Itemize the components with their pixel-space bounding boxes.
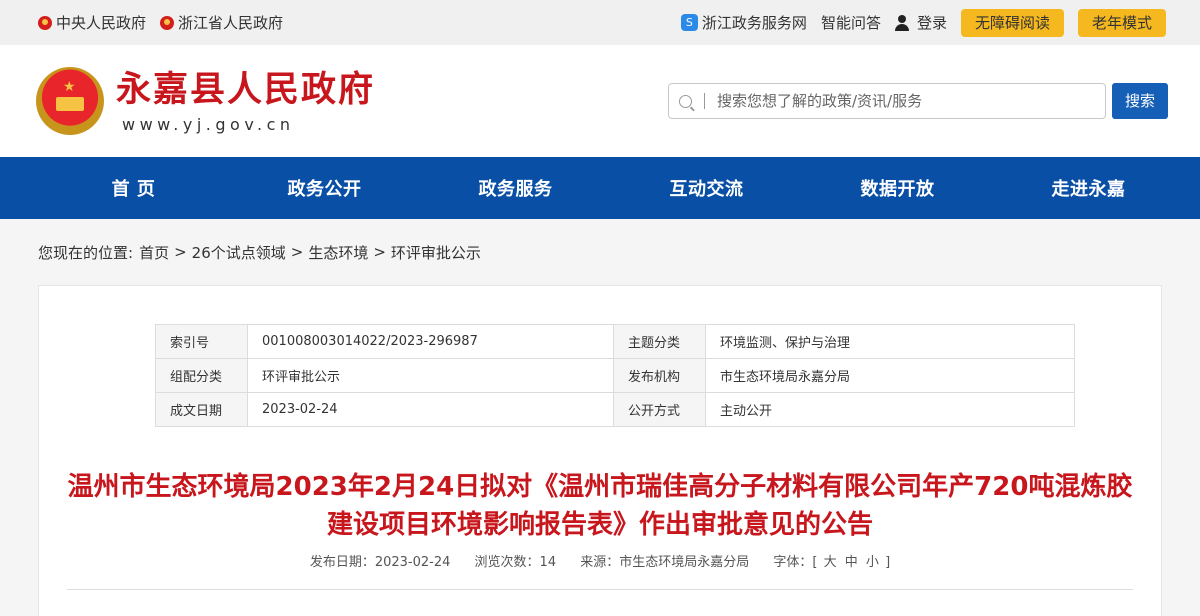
meta-key: 公开方式	[613, 392, 706, 427]
search-button[interactable]: 搜索	[1112, 83, 1168, 119]
national-emblem-icon	[38, 15, 52, 30]
nav-gov-services[interactable]: 政务服务	[420, 175, 611, 201]
meta-key: 索引号	[155, 324, 248, 359]
table-row: 索引号 001008003014022/2023-296987 主题分类 环境监…	[155, 324, 1075, 359]
zwfw-label: 浙江政务服务网	[701, 14, 807, 32]
nav-about-yongjia[interactable]: 走进永嘉	[993, 175, 1184, 201]
publish-date: 发布日期：2023-02-24	[309, 555, 451, 570]
national-emblem-icon: ★	[36, 67, 104, 135]
meta-key: 成文日期	[155, 392, 248, 427]
meta-value: 2023-02-24	[247, 392, 614, 427]
font-small-button[interactable]: 小	[866, 555, 879, 570]
zwfw-logo-icon: S	[680, 14, 698, 31]
breadcrumb-label: 您现在的位置:	[38, 243, 134, 262]
nav-home[interactable]: 首 页	[38, 175, 229, 201]
nav-gov-affairs[interactable]: 政务公开	[229, 175, 420, 201]
meta-value: 环评审批公示	[247, 358, 614, 393]
article-source: 来源：市生态环境局永嘉分局	[580, 555, 750, 570]
article-panel: 索引号 001008003014022/2023-296987 主题分类 环境监…	[38, 285, 1162, 616]
site-header: ★ 永嘉县人民政府 www.yj.gov.cn 搜索	[0, 45, 1200, 157]
national-emblem-icon	[160, 15, 175, 30]
breadcrumb-pilot-areas[interactable]: 26个试点领域	[192, 242, 286, 263]
nav-open-data[interactable]: 数据开放	[802, 175, 993, 201]
breadcrumb-separator: >	[290, 243, 304, 261]
login-label: 登录	[916, 14, 947, 32]
article-info: 发布日期：2023-02-24 浏览次数：14 来源：市生态环境局永嘉分局 字体…	[39, 551, 1161, 570]
accessible-reading-button[interactable]: 无障碍阅读	[960, 8, 1064, 37]
article-title: 温州市生态环境局2023年2月24日拟对《温州市瑞佳高分子材料有限公司年产720…	[67, 472, 1133, 540]
zwfw-link[interactable]: S 浙江政务服务网	[680, 12, 807, 33]
site-url: www.yj.gov.cn	[122, 114, 295, 134]
divider	[67, 589, 1133, 590]
table-row: 组配分类 环评审批公示 发布机构 市生态环境局永嘉分局	[155, 358, 1075, 393]
zhejiang-gov-link[interactable]: 浙江省人民政府	[160, 12, 283, 33]
meta-key: 发布机构	[613, 358, 706, 393]
breadcrumb-home[interactable]: 首页	[139, 242, 169, 263]
view-count: 浏览次数：14	[474, 555, 557, 570]
top-actions: S 浙江政务服务网 智能问答 登录 无障碍阅读 老年模式	[667, 8, 1166, 37]
main-nav: 首 页 政务公开 政务服务 互动交流 数据开放 走进永嘉	[0, 157, 1200, 219]
login-link[interactable]: 登录	[894, 12, 947, 33]
site-logo[interactable]: ★ 永嘉县人民政府 www.yj.gov.cn	[36, 67, 375, 135]
top-links: 中央人民政府 浙江省人民政府	[38, 12, 297, 33]
font-medium-button[interactable]: 中	[845, 555, 858, 570]
table-row: 成文日期 2023-02-24 公开方式 主动公开	[155, 392, 1075, 427]
smart-qa-link[interactable]: 智能问答	[821, 12, 881, 33]
breadcrumb: 您现在的位置: 首页 > 26个试点领域 > 生态环境 > 环评审批公示	[0, 219, 1200, 285]
zhejiang-gov-label: 浙江省人民政府	[178, 14, 284, 32]
central-gov-link[interactable]: 中央人民政府	[38, 12, 146, 33]
elder-mode-button[interactable]: 老年模式	[1077, 8, 1166, 37]
search-box	[668, 83, 1106, 119]
search-icon	[679, 94, 692, 108]
breadcrumb-separator: >	[174, 243, 187, 261]
top-bar: 中央人民政府 浙江省人民政府 S 浙江政务服务网 智能问答 登录 无障碍阅读 老…	[0, 0, 1200, 45]
meta-key: 主题分类	[613, 324, 706, 359]
site-name: 永嘉县人民政府	[116, 68, 376, 110]
meta-value: 环境监测、保护与治理	[705, 324, 1075, 359]
font-size-control: 字体：[ 大 中 小 ]	[773, 555, 890, 570]
font-size-close: ]	[885, 555, 891, 570]
metadata-table: 索引号 001008003014022/2023-296987 主题分类 环境监…	[155, 324, 1075, 427]
nav-interaction[interactable]: 互动交流	[611, 175, 802, 201]
meta-key: 组配分类	[155, 358, 248, 393]
search-divider	[704, 93, 705, 109]
font-size-label: 字体：[	[773, 555, 818, 570]
meta-value: 市生态环境局永嘉分局	[705, 358, 1075, 393]
search-input[interactable]	[717, 92, 1077, 110]
meta-value: 主动公开	[705, 392, 1075, 427]
meta-value: 001008003014022/2023-296987	[247, 324, 614, 359]
breadcrumb-separator: >	[373, 243, 386, 261]
font-large-button[interactable]: 大	[824, 555, 837, 570]
search-area: 搜索	[668, 83, 1168, 119]
central-gov-label: 中央人民政府	[56, 14, 147, 32]
user-icon	[894, 14, 909, 31]
breadcrumb-eia-approval[interactable]: 环评审批公示	[391, 242, 481, 263]
breadcrumb-ecology[interactable]: 生态环境	[308, 242, 368, 263]
